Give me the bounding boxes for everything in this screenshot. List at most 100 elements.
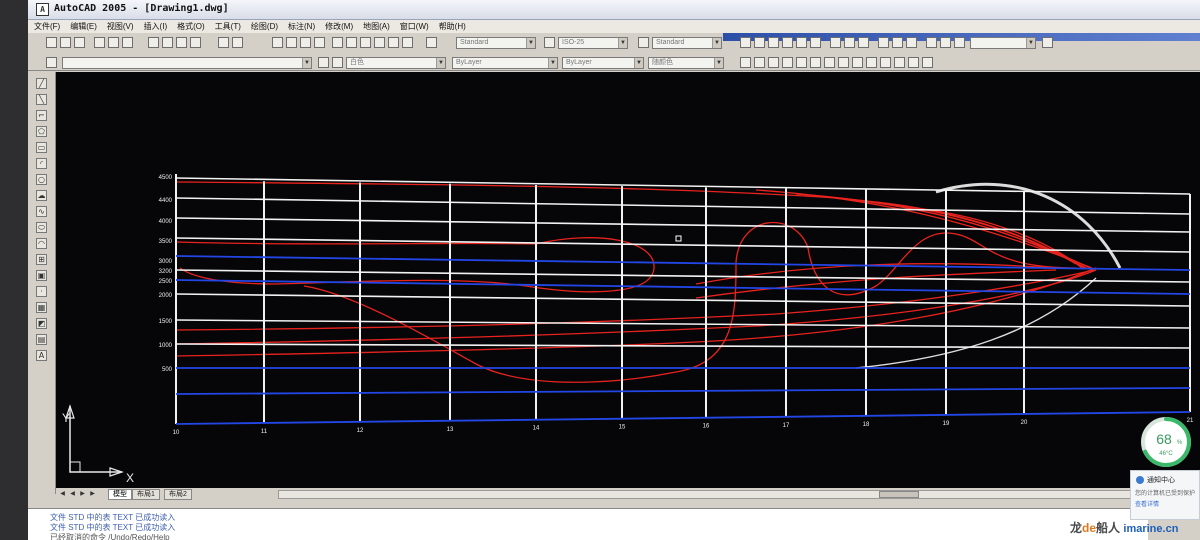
text-style-select[interactable]: Standard ▼	[456, 37, 536, 49]
menu-help[interactable]: 帮助(H)	[439, 21, 466, 32]
dim-style-manager-icon[interactable]	[1042, 37, 1053, 48]
angular-dim-icon[interactable]	[810, 37, 821, 48]
print-icon[interactable]	[94, 37, 105, 48]
construction-line-icon[interactable]: ╲	[36, 94, 47, 105]
layer-previous-icon[interactable]	[332, 57, 343, 68]
rotate-icon[interactable]	[824, 57, 835, 68]
explode-icon[interactable]	[922, 57, 933, 68]
menu-edit[interactable]: 编辑(E)	[70, 21, 97, 32]
redo-icon[interactable]	[232, 37, 243, 48]
table-style-select[interactable]: Standard ▼	[652, 37, 722, 49]
publish-icon[interactable]	[122, 37, 133, 48]
quickcalc-icon[interactable]	[402, 37, 413, 48]
print-preview-icon[interactable]	[108, 37, 119, 48]
center-mark-icon[interactable]	[906, 37, 917, 48]
extend-icon[interactable]	[880, 57, 891, 68]
dim-style-select[interactable]: ISO-25 ▼	[558, 37, 628, 49]
continue-dim-icon[interactable]	[858, 37, 869, 48]
drawing-canvas[interactable]: 4500 4400 4000 3500 3000 3200 2500 2000 1500 1000…	[56, 72, 1200, 488]
paste-icon[interactable]	[176, 37, 187, 48]
dim-update-icon[interactable]	[954, 37, 965, 48]
multiline-text-icon[interactable]: A	[36, 350, 47, 361]
scale-icon[interactable]	[838, 57, 849, 68]
undo-icon[interactable]	[218, 37, 229, 48]
break-icon[interactable]	[894, 57, 905, 68]
design-center-icon[interactable]	[346, 37, 357, 48]
chevron-down-icon[interactable]: ▼	[302, 58, 311, 68]
circle-icon[interactable]: ○	[36, 174, 47, 185]
sheet-set-icon[interactable]	[374, 37, 385, 48]
chevron-down-icon[interactable]: ▼	[634, 58, 643, 68]
erase-icon[interactable]	[740, 57, 751, 68]
copy-icon[interactable]	[162, 37, 173, 48]
polyline-icon[interactable]: ⌐	[36, 110, 47, 121]
chevron-down-icon[interactable]: ▼	[714, 58, 723, 68]
leader-icon[interactable]	[878, 37, 889, 48]
notification-popup[interactable]: 通知中心 您的计算机已受到保护 查看详情	[1130, 470, 1200, 520]
mirror-icon[interactable]	[768, 57, 779, 68]
offset-icon[interactable]	[782, 57, 793, 68]
menu-dimension[interactable]: 标注(N)	[288, 21, 315, 32]
chevron-down-icon[interactable]: ▼	[526, 38, 535, 48]
pan-icon[interactable]	[272, 37, 283, 48]
autocad-app-icon[interactable]: A	[36, 3, 49, 16]
menu-modify[interactable]: 修改(M)	[325, 21, 353, 32]
quick-dim-icon[interactable]	[830, 37, 841, 48]
radius-dim-icon[interactable]	[782, 37, 793, 48]
prev-tab-icon[interactable]: ◀	[68, 490, 77, 498]
command-prompt[interactable]: 已经取消的命令 /Undo/Redo/Help	[50, 532, 170, 540]
save-icon[interactable]	[74, 37, 85, 48]
next-tab-icon[interactable]: ▶	[78, 490, 87, 498]
aligned-dim-icon[interactable]	[754, 37, 765, 48]
fillet-icon[interactable]	[908, 57, 919, 68]
copy-object-icon[interactable]	[754, 57, 765, 68]
properties-icon[interactable]	[332, 37, 343, 48]
linetype-select[interactable]: ByLayer ▼	[452, 57, 558, 69]
region-icon[interactable]: ◩	[36, 318, 47, 329]
chevron-down-icon[interactable]: ▼	[618, 38, 627, 48]
tab-layout1[interactable]: 布局1	[132, 489, 160, 500]
line-icon[interactable]: ╱	[36, 78, 47, 89]
linear-dim-icon[interactable]	[740, 37, 751, 48]
spline-icon[interactable]: ∿	[36, 206, 47, 217]
lineweight-select[interactable]: ByLayer ▼	[562, 57, 644, 69]
cut-icon[interactable]	[148, 37, 159, 48]
point-icon[interactable]: ·	[36, 286, 47, 297]
baseline-dim-icon[interactable]	[844, 37, 855, 48]
dim-style-icon[interactable]	[544, 37, 555, 48]
menu-view[interactable]: 视图(V)	[107, 21, 134, 32]
polygon-icon[interactable]: ⬠	[36, 126, 47, 137]
dim-edit-icon[interactable]	[926, 37, 937, 48]
diameter-dim-icon[interactable]	[796, 37, 807, 48]
menu-map[interactable]: 地图(A)	[363, 21, 390, 32]
last-tab-icon[interactable]: ▶	[88, 490, 97, 498]
menu-window[interactable]: 窗口(W)	[400, 21, 429, 32]
horizontal-scrollbar[interactable]	[278, 490, 1138, 499]
plot-style-select[interactable]: 随颜色 ▼	[648, 57, 724, 69]
menu-file[interactable]: 文件(F)	[34, 21, 60, 32]
make-object-layer-current-icon[interactable]	[318, 57, 329, 68]
scrollbar-thumb[interactable]	[879, 491, 919, 498]
tool-palettes-icon[interactable]	[360, 37, 371, 48]
chevron-down-icon[interactable]: ▼	[436, 58, 445, 68]
tolerance-icon[interactable]	[892, 37, 903, 48]
chevron-down-icon[interactable]: ▼	[548, 58, 557, 68]
tab-layout2[interactable]: 布局2	[164, 489, 192, 500]
insert-block-icon[interactable]: ⊞	[36, 254, 47, 265]
dim-text-edit-icon[interactable]	[940, 37, 951, 48]
command-window[interactable]: 文件 STD 中的表 TEXT 已成功读入 文件 STD 中的表 TEXT 已成…	[28, 508, 1148, 540]
layer-manager-icon[interactable]	[46, 57, 57, 68]
markup-icon[interactable]	[388, 37, 399, 48]
stretch-icon[interactable]	[852, 57, 863, 68]
menu-tools[interactable]: 工具(T)	[215, 21, 241, 32]
notification-link[interactable]: 查看详情	[1135, 499, 1159, 508]
revision-cloud-icon[interactable]: ☁	[36, 190, 47, 201]
tab-model[interactable]: 模型	[108, 489, 132, 500]
trim-icon[interactable]	[866, 57, 877, 68]
table-style-icon[interactable]	[638, 37, 649, 48]
drawing-svg[interactable]: 4500 4400 4000 3500 3000 3200 2500 2000 1500 1000…	[56, 72, 1200, 488]
zoom-realtime-icon[interactable]	[286, 37, 297, 48]
hatch-icon[interactable]: ▦	[36, 302, 47, 313]
ordinate-dim-icon[interactable]	[768, 37, 779, 48]
match-properties-icon[interactable]	[190, 37, 201, 48]
